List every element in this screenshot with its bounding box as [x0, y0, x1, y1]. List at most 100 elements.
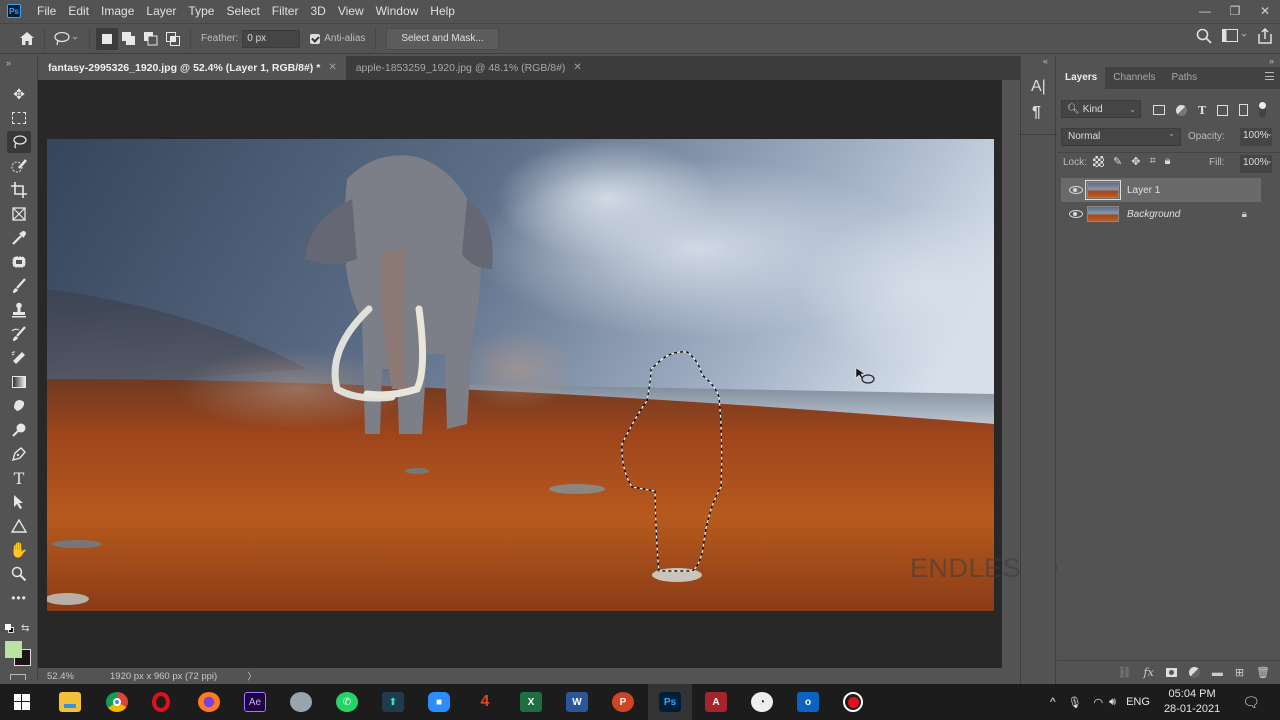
close-tab-icon[interactable]: ✕	[328, 56, 336, 80]
crop-tool[interactable]	[7, 179, 31, 201]
filter-toggle[interactable]	[1259, 102, 1267, 118]
marquee-tool[interactable]	[7, 107, 31, 129]
taskbar-recorder[interactable]	[843, 692, 863, 712]
tab-layers[interactable]: Layers	[1057, 67, 1106, 89]
wifi-icon[interactable]: ◠	[1094, 696, 1104, 709]
visibility-eye-icon[interactable]	[1069, 186, 1083, 194]
menu-file[interactable]: File	[32, 0, 63, 22]
taskbar-firefox[interactable]	[198, 692, 220, 712]
dodge-tool[interactable]	[7, 419, 31, 441]
restore-button[interactable]: ❐	[1220, 0, 1250, 22]
opacity-dropdown-icon[interactable]: ⌄	[1266, 129, 1273, 138]
show-hidden-icons[interactable]: ^	[1050, 695, 1056, 709]
tab-fantasy[interactable]: fantasy-2995326_1920.jpg @ 52.4% (Layer …	[38, 56, 346, 80]
smart-object-filter-icon[interactable]	[1239, 104, 1249, 116]
taskbar-file-explorer[interactable]	[59, 692, 81, 712]
workspace-switcher-icon[interactable]	[1222, 29, 1248, 43]
group-folder-icon[interactable]: ▬	[1212, 667, 1223, 679]
menu-help[interactable]: Help	[425, 0, 462, 22]
taskbar-camera-app[interactable]	[290, 692, 312, 712]
object-selection-tool[interactable]	[7, 155, 31, 177]
taskbar-outlook[interactable]: o	[797, 692, 819, 712]
close-button[interactable]: ✕	[1250, 0, 1280, 22]
paragraph-panel-icon[interactable]: ¶	[1032, 104, 1041, 122]
tab-paths[interactable]: Paths	[1164, 67, 1206, 89]
frame-tool[interactable]	[7, 203, 31, 225]
hand-tool[interactable]: ✋	[7, 539, 31, 561]
type-tool[interactable]: T	[7, 467, 31, 489]
taskbar-powerpoint[interactable]: P	[612, 692, 634, 712]
adjustment-filter-icon[interactable]	[1176, 104, 1187, 116]
foreground-color-swatch[interactable]	[5, 641, 22, 658]
taskbar-excel[interactable]: X	[520, 692, 542, 712]
tool-preset-picker[interactable]	[51, 28, 83, 50]
taskbar-whatsapp[interactable]: ✆	[336, 692, 358, 712]
document-canvas[interactable]	[47, 139, 994, 611]
character-panel-icon[interactable]: A|	[1031, 78, 1046, 96]
layer-row-background[interactable]: Background 🔒︎	[1061, 202, 1261, 226]
expand-toolbar-icon[interactable]: »	[6, 58, 11, 68]
move-tool[interactable]: ✥	[7, 83, 31, 105]
menu-filter[interactable]: Filter	[267, 0, 306, 22]
menu-view[interactable]: View	[333, 0, 371, 22]
taskbar-acrobat[interactable]: 4	[474, 692, 496, 712]
new-selection-button[interactable]	[96, 27, 118, 50]
swap-colors-icon[interactable]: ⇆	[21, 623, 29, 634]
canvas-area[interactable]	[38, 80, 1002, 668]
default-colors-icon[interactable]	[5, 624, 15, 634]
anti-alias-checkbox[interactable]	[310, 33, 321, 44]
lock-artboard-icon[interactable]: ⌗	[1149, 155, 1155, 168]
lock-all-icon[interactable]: 🔒︎	[1165, 155, 1171, 168]
microphone-icon[interactable]: 🎙︎	[1068, 696, 1082, 709]
new-layer-icon[interactable]: ⊞	[1235, 666, 1244, 679]
taskbar-after-effects[interactable]: Ae	[244, 692, 266, 712]
blend-mode-dropdown[interactable]: Normal ⌄	[1061, 128, 1181, 146]
eyedropper-tool[interactable]	[7, 227, 31, 249]
pen-tool[interactable]	[7, 443, 31, 465]
intersect-selection-button[interactable]	[162, 28, 184, 50]
adjustment-layer-icon[interactable]	[1188, 667, 1200, 678]
spot-healing-tool[interactable]	[7, 251, 31, 273]
share-icon[interactable]	[1258, 28, 1272, 44]
edit-toolbar-button[interactable]: •••	[7, 587, 31, 609]
notifications-icon[interactable]: 🗨︎	[1242, 694, 1260, 711]
eraser-tool[interactable]	[7, 347, 31, 369]
lock-position-icon[interactable]: ✥	[1131, 155, 1140, 168]
clock[interactable]: 05:04 PM 28-01-2021	[1164, 687, 1220, 717]
filter-kind-dropdown[interactable]: 🔍︎ Kind ⌄	[1061, 100, 1141, 118]
shape-filter-icon[interactable]	[1217, 104, 1229, 116]
language-indicator[interactable]: ENG	[1126, 696, 1150, 708]
link-layers-icon[interactable]: ⛓	[1118, 666, 1132, 679]
select-and-mask-button[interactable]: Select and Mask...	[386, 27, 499, 50]
history-brush-tool[interactable]	[7, 323, 31, 345]
taskbar-zoom[interactable]: ■	[428, 692, 450, 712]
subtract-from-selection-button[interactable]	[140, 28, 162, 50]
volume-icon[interactable]: 🔊︎	[1109, 696, 1116, 709]
collapse-panels-icon[interactable]: «	[1043, 56, 1048, 66]
close-tab-icon[interactable]: ✕	[573, 56, 581, 80]
path-selection-tool[interactable]	[7, 491, 31, 513]
tab-channels[interactable]: Channels	[1105, 67, 1163, 89]
expand-panels-icon[interactable]: »	[1269, 56, 1274, 66]
blur-tool[interactable]	[7, 395, 31, 417]
menu-layer[interactable]: Layer	[141, 0, 183, 22]
menu-select[interactable]: Select	[221, 0, 266, 22]
add-mask-icon[interactable]	[1165, 668, 1177, 677]
taskbar-speedtest[interactable]: ◔	[751, 692, 773, 712]
feather-input[interactable]: 0 px	[242, 29, 301, 48]
lasso-tool[interactable]	[7, 131, 31, 153]
taskbar-word[interactable]: W	[566, 692, 588, 712]
delete-layer-icon[interactable]: 🗑︎	[1256, 666, 1270, 679]
search-icon[interactable]	[1196, 28, 1212, 44]
tab-apple[interactable]: apple-1853259_1920.jpg @ 48.1% (RGB/8#) …	[346, 56, 591, 80]
status-menu-arrow[interactable]: 〉	[247, 669, 257, 683]
taskbar-app[interactable]: ⬆	[382, 692, 404, 712]
gradient-tool[interactable]	[7, 371, 31, 393]
menu-window[interactable]: Window	[371, 0, 426, 22]
zoom-tool[interactable]	[7, 563, 31, 585]
type-filter-icon[interactable]: T	[1198, 104, 1206, 117]
panel-menu-icon[interactable]	[1265, 72, 1274, 80]
taskbar-access[interactable]: A	[705, 692, 727, 712]
taskbar-chrome[interactable]	[106, 692, 128, 712]
menu-edit[interactable]: Edit	[63, 0, 96, 22]
